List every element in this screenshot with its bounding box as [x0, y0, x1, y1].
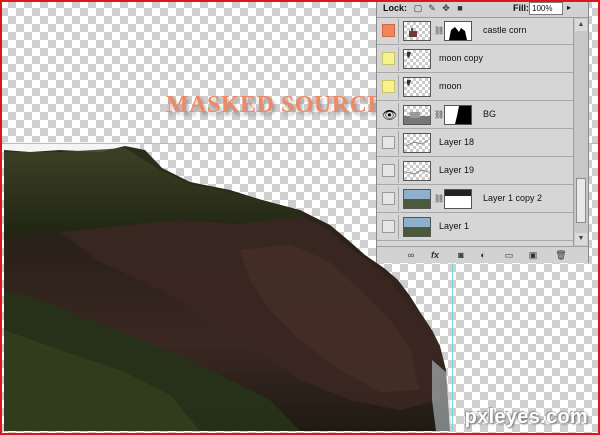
layer-thumbnail [403, 77, 431, 97]
layer-name[interactable]: moon copy [439, 53, 483, 63]
visibility-toggle[interactable] [378, 131, 399, 155]
layer-row[interactable]: Layer 19 [377, 158, 573, 185]
layer-row[interactable]: ⛓ castle corn [377, 18, 573, 45]
fill-field[interactable]: 100% [529, 2, 563, 15]
visibility-toggle[interactable] [378, 19, 399, 43]
layer-name[interactable]: moon [439, 81, 462, 91]
visibility-toggle[interactable] [378, 187, 399, 211]
lock-bar: Lock: ▢ ✎ ✥ ■ Fill: 100% ▸ [377, 0, 588, 18]
layer-name[interactable]: Layer 1 [439, 221, 469, 231]
layer-name[interactable]: Layer 19 [439, 165, 474, 175]
link-icon[interactable]: ∞ [405, 249, 417, 261]
layer-row[interactable]: 👁 ⛓ BG [377, 102, 573, 129]
masked-source-label: MASKED SOURCE [166, 92, 384, 118]
layer-thumbnail-icon [405, 139, 429, 147]
layer-thumbnail [403, 189, 431, 209]
layer-row[interactable]: Layer 18 [377, 130, 573, 157]
scroll-down-icon[interactable]: ▼ [575, 233, 587, 245]
layer-thumbnail [403, 133, 431, 153]
layer-mask-thumbnail [444, 21, 472, 41]
landscape-thumbnail-icon [404, 190, 430, 208]
layer-row[interactable]: Layer 1 [377, 214, 573, 241]
visibility-toggle[interactable] [378, 215, 399, 239]
chain-icon[interactable]: ⛓ [434, 194, 444, 203]
lock-move-icon[interactable]: ✥ [441, 3, 451, 13]
layer-thumbnail [403, 217, 431, 237]
layer-row[interactable]: moon copy [377, 46, 573, 73]
fill-dropdown-icon[interactable]: ▸ [567, 3, 571, 12]
lock-transparent-icon[interactable]: ▢ [413, 3, 423, 13]
layer-thumbnail-icon [405, 169, 429, 175]
mask-thumbnail-icon [449, 27, 467, 40]
visibility-toggle[interactable]: 👁 [378, 103, 399, 127]
layers-toolbar: ∞ fx ◙ ◐ ▭ ▣ 🗑 [377, 246, 588, 263]
visibility-toggle[interactable] [378, 159, 399, 183]
chain-icon[interactable]: ⛓ [434, 110, 444, 119]
lock-all-icon[interactable]: ■ [455, 3, 465, 13]
scrollbar-thumb[interactable] [576, 178, 586, 223]
castle-thumbnail-icon [409, 28, 417, 37]
layer-mask-thumbnail [444, 105, 472, 125]
layer-mask-thumbnail [444, 189, 472, 209]
mask-thumbnail-icon [445, 106, 471, 124]
layers-list: ⛓ castle corn moon copy moon 👁 ⛓ BG Laye… [377, 18, 573, 246]
moon-thumbnail-icon [407, 80, 411, 86]
lock-label: Lock: [383, 3, 408, 13]
adjustment-icon[interactable]: ◐ [477, 249, 489, 261]
layer-thumbnail [403, 105, 431, 125]
vertical-guide [452, 240, 453, 430]
layer-thumbnail [403, 21, 431, 41]
folder-icon[interactable]: ▭ [503, 249, 515, 261]
layer-row[interactable]: ⛓ Layer 1 copy 2 [377, 186, 573, 213]
mask-thumbnail-icon [445, 190, 471, 208]
layer-name[interactable]: castle corn [483, 25, 527, 35]
layer-name[interactable]: Layer 1 copy 2 [483, 193, 542, 203]
layer-thumbnail [403, 161, 431, 181]
bg-thumbnail-icon [404, 112, 430, 124]
visibility-toggle[interactable] [378, 47, 399, 71]
chain-icon[interactable]: ⛓ [434, 26, 444, 35]
layers-scrollbar[interactable]: ▲ ▼ [573, 18, 588, 246]
new-layer-icon[interactable]: ▣ [527, 249, 539, 261]
mask-icon[interactable]: ◙ [455, 249, 467, 261]
layer-thumbnail [403, 49, 431, 69]
watermark: pxleyes.com [464, 406, 588, 428]
document-canvas[interactable]: MASKED SOURCE pxleyes.com Lock: ▢ ✎ ✥ ■ … [0, 0, 600, 435]
trash-icon[interactable]: 🗑 [555, 249, 567, 261]
moon-thumbnail-icon [407, 52, 411, 58]
landscape-thumbnail-icon [404, 218, 430, 236]
fill-label: Fill: [513, 3, 529, 13]
layer-name[interactable]: Layer 18 [439, 137, 474, 147]
eye-icon[interactable]: 👁 [382, 108, 397, 122]
layer-row[interactable]: moon [377, 74, 573, 101]
layer-name[interactable]: BG [483, 109, 496, 119]
fx-icon[interactable]: fx [429, 249, 441, 261]
scroll-up-icon[interactable]: ▲ [575, 19, 587, 31]
lock-paint-icon[interactable]: ✎ [427, 3, 437, 13]
layers-panel: Lock: ▢ ✎ ✥ ■ Fill: 100% ▸ ⛓ castle corn [376, 0, 589, 263]
visibility-toggle[interactable] [378, 75, 399, 99]
